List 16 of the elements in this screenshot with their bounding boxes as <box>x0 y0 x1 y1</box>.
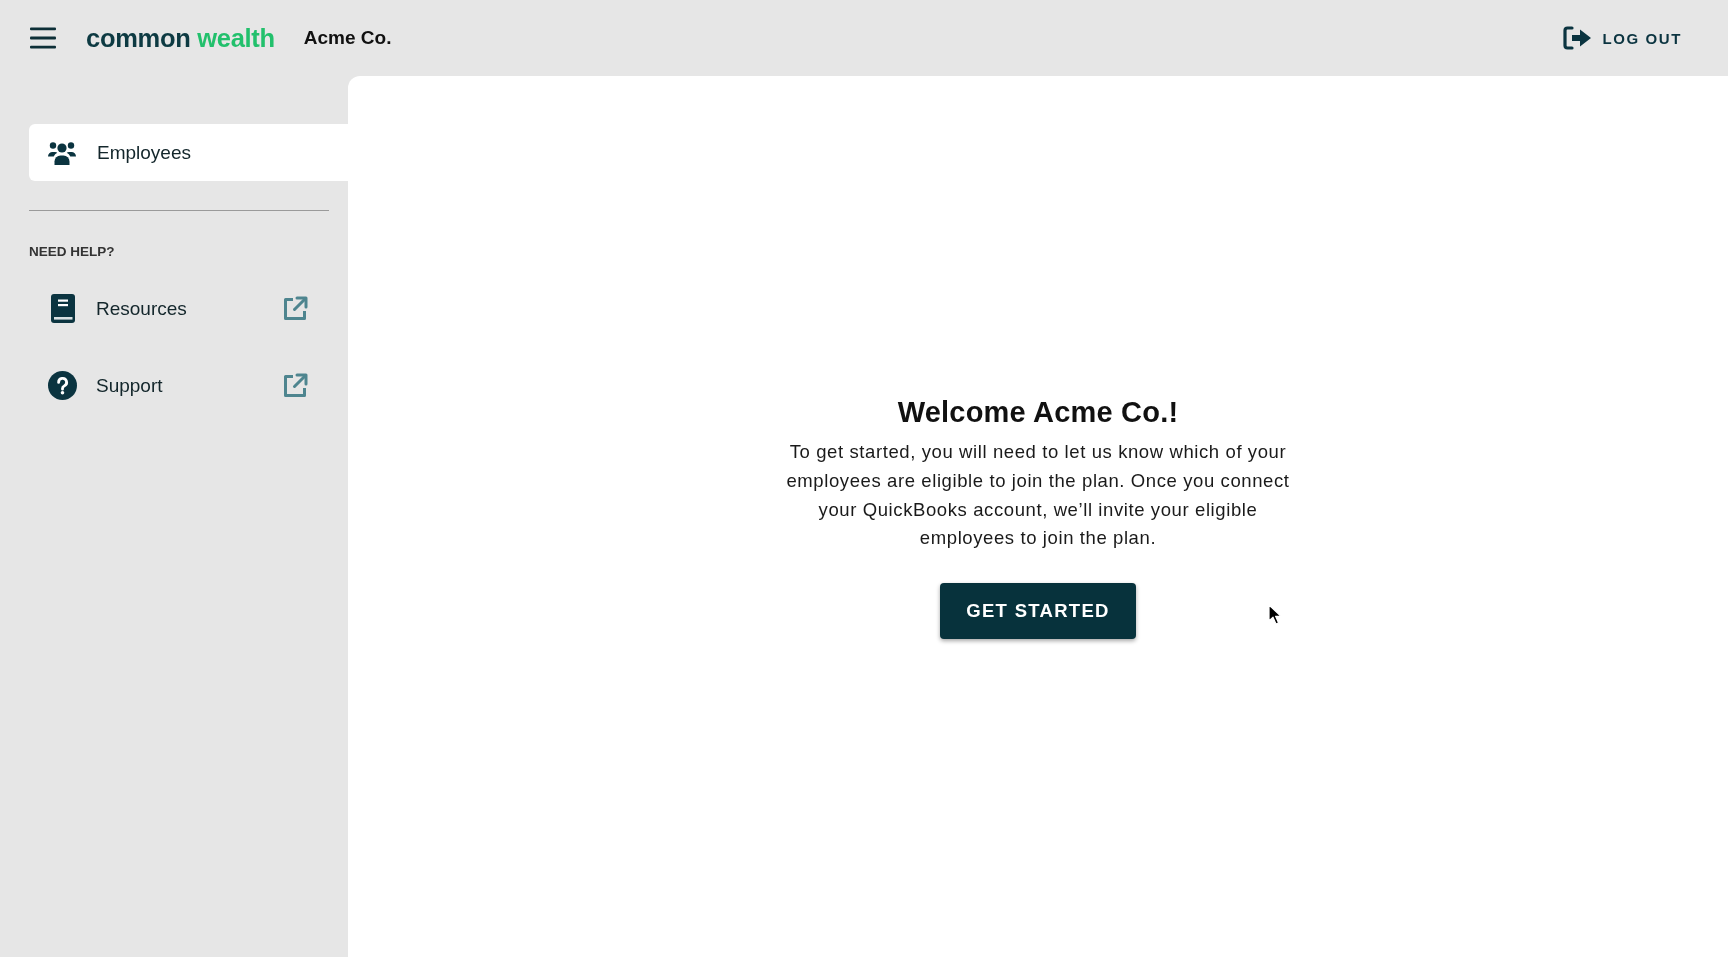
log-out-button[interactable]: LOG OUT <box>1563 26 1682 50</box>
book-icon <box>50 294 75 323</box>
mouse-pointer-icon <box>1268 604 1282 625</box>
welcome-title: Welcome Acme Co.! <box>897 395 1179 431</box>
logo: common wealth <box>86 23 275 53</box>
help-link[interactable]: Support <box>29 365 308 406</box>
question-icon <box>48 371 77 400</box>
nav-item[interactable]: Employees <box>29 124 348 181</box>
company-name: Acme Co. <box>303 27 392 49</box>
people-icon <box>48 140 76 165</box>
section-heading: NEED HELP? <box>29 244 115 259</box>
get-started-button[interactable]: GET STARTED <box>940 582 1136 639</box>
welcome-text: To get started, you will need to let us know which of your employees are eligible to join the plan. Once you connect your QuickBooks account, we’ll invite your eligible employees to join the plan. <box>785 440 1291 551</box>
menu-icon[interactable] <box>30 27 56 49</box>
log-out-icon <box>1563 26 1593 50</box>
help-link[interactable]: Resources <box>29 288 308 329</box>
